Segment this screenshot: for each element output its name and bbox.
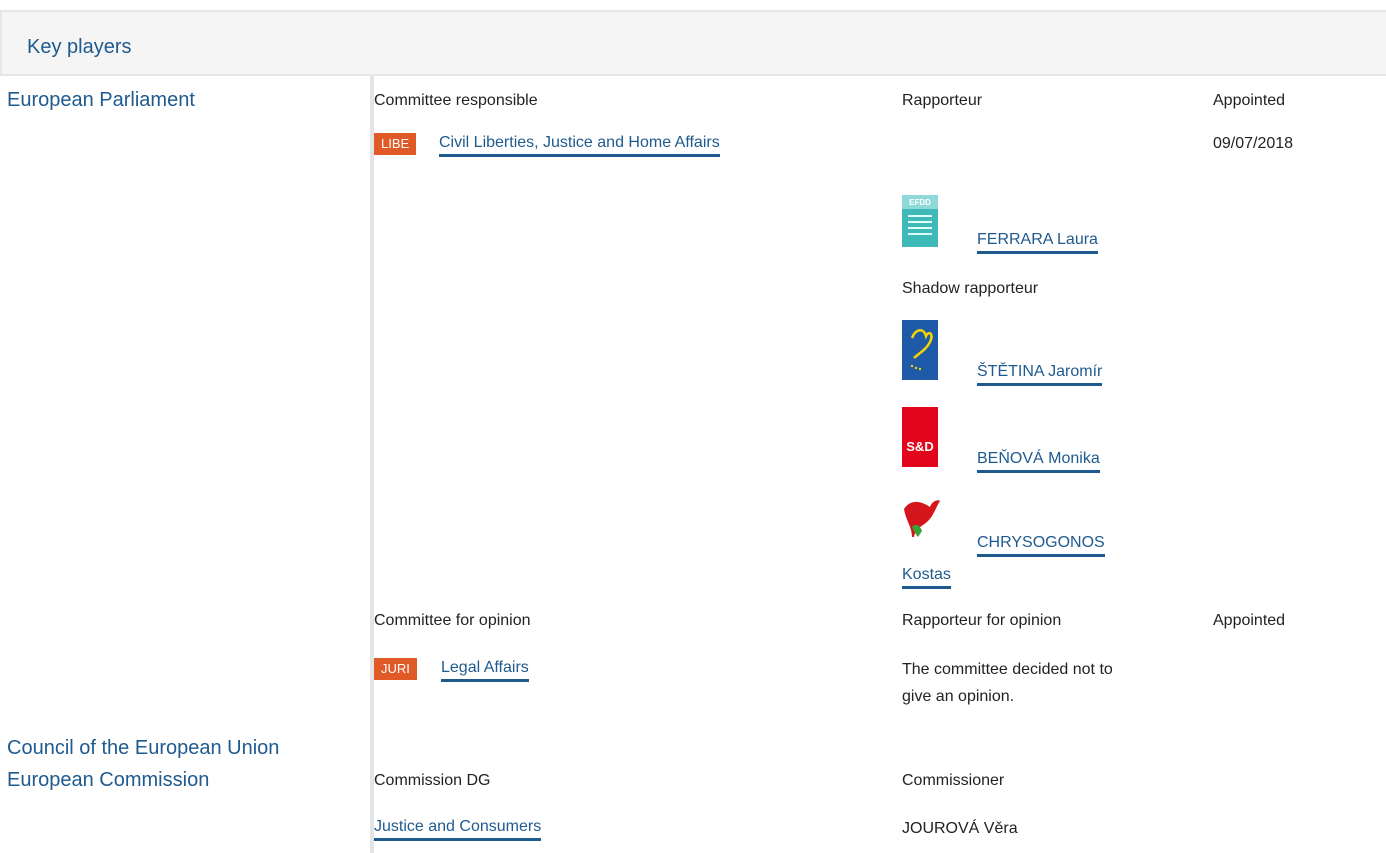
rapporteur-header: Rapporteur <box>902 92 983 109</box>
efdd-logo: EFDD <box>902 195 938 247</box>
epp-logo <box>902 320 938 380</box>
shadow-rapporteur-header: Shadow rapporteur <box>902 280 1039 297</box>
opinion-note-line1: The committee decided not to <box>902 661 1113 678</box>
committee-responsible-header: Committee responsible <box>374 92 538 109</box>
committee-tag-libe: LIBE <box>374 133 417 155</box>
appointed-date: 09/07/2018 <box>1213 135 1294 152</box>
shadow-link-chrysogonos-line2[interactable]: Kostas <box>902 566 951 589</box>
shadow-link-chrysogonos-line1[interactable]: CHRYSOGONOS <box>977 534 1105 557</box>
commission-dg-link[interactable]: Justice and Consumers <box>374 818 542 841</box>
committee-link-libe[interactable]: Civil Liberties, Justice and Home Affair… <box>439 134 720 157</box>
rapporteur-opinion-header: Rapporteur for opinion <box>902 612 1062 629</box>
commissioner-name: JOUROVÁ Věra <box>902 820 1018 837</box>
committee-tag-juri: JURI <box>374 658 417 680</box>
section-title: Key players <box>27 36 132 58</box>
appointed-opinion-header: Appointed <box>1213 612 1286 629</box>
key-players-header: Key players <box>0 10 1386 76</box>
appointed-header: Appointed <box>1213 92 1286 109</box>
committee-opinion-header: Committee for opinion <box>374 612 531 629</box>
commissioner-header: Commissioner <box>902 772 1005 789</box>
rapporteur-link-ferrara[interactable]: FERRARA Laura <box>977 231 1098 254</box>
sd-logo: S&D <box>902 407 938 467</box>
column-divider <box>370 76 374 853</box>
opinion-note-line2: give an opinion. <box>902 688 1015 705</box>
actor-council: Council of the European Union <box>7 737 280 759</box>
gue-logo <box>902 497 942 541</box>
shadow-link-stetina[interactable]: ŠTĚTINA Jaromír <box>977 363 1103 386</box>
actor-commission: European Commission <box>7 769 210 791</box>
svg-text:EFDD: EFDD <box>909 198 931 207</box>
page-top-spacer <box>0 0 1386 10</box>
commission-dg-header: Commission DG <box>374 772 491 789</box>
actor-european-parliament: European Parliament <box>7 89 195 111</box>
shadow-link-benova[interactable]: BEŇOVÁ Monika <box>977 450 1100 473</box>
committee-link-juri[interactable]: Legal Affairs <box>441 659 529 682</box>
svg-text:S&D: S&D <box>906 439 933 454</box>
